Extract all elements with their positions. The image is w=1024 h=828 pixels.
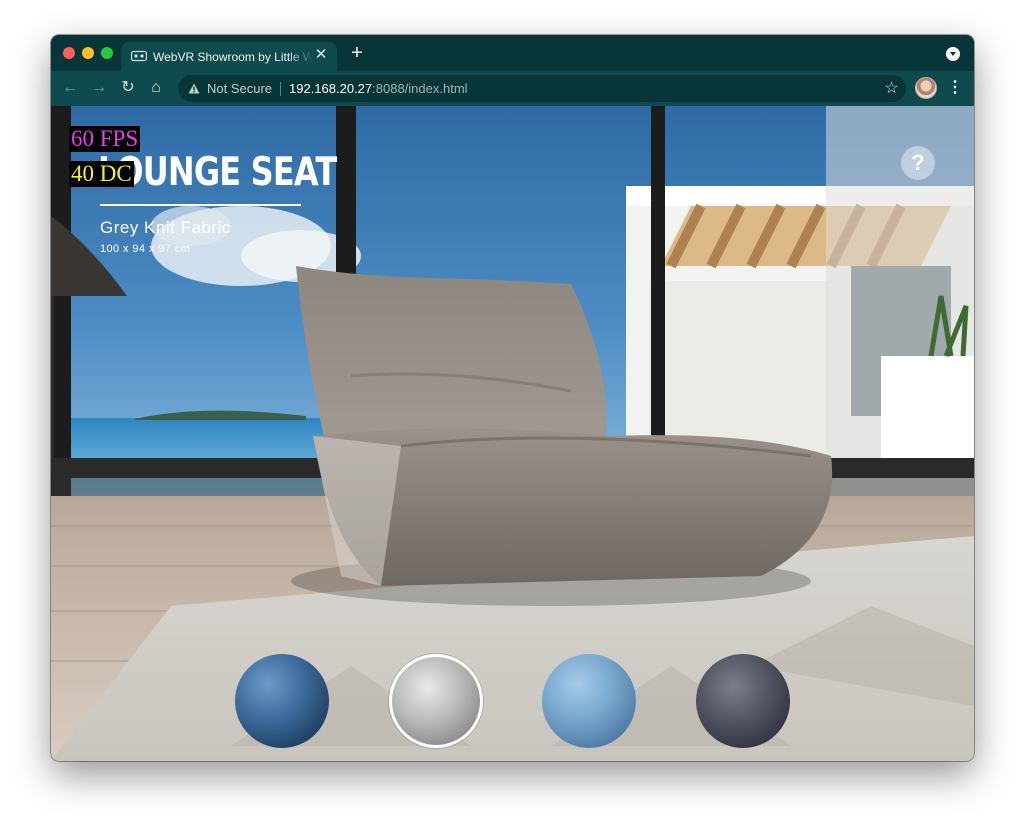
- tab-strip: WebVR Showroom by Little Workshop ✕ +: [51, 35, 974, 71]
- minimize-window-button[interactable]: [82, 47, 94, 59]
- swatch-grey[interactable]: [389, 654, 483, 748]
- home-icon[interactable]: ⌂: [145, 77, 167, 99]
- tab-webvr-showroom[interactable]: WebVR Showroom by Little Workshop ✕: [121, 42, 337, 71]
- swatch-blue[interactable]: [235, 654, 329, 748]
- browser-menu-icon[interactable]: ⋮: [947, 78, 963, 98]
- address-bar[interactable]: Not Secure 192.168.20.27:8088/index.html…: [178, 75, 906, 102]
- back-arrow-icon[interactable]: ←: [59, 77, 81, 99]
- browser-toolbar: ← → ↻ ⌂ Not Secure 192.168.20.27:8088/in…: [51, 71, 974, 106]
- tab-title: WebVR Showroom by Little Workshop: [153, 50, 313, 64]
- swatch-light-blue[interactable]: [542, 654, 636, 748]
- not-secure-label[interactable]: Not Secure: [207, 81, 272, 96]
- warning-icon: [188, 83, 200, 94]
- new-tab-button[interactable]: +: [348, 43, 366, 63]
- browser-window: WebVR Showroom by Little Workshop ✕ + ← …: [51, 35, 974, 761]
- webvr-canvas[interactable]: 60 FPS LOUNGE SEAT 40 DC Grey Knit Fabri…: [51, 106, 974, 761]
- vr-headset-icon: [131, 50, 147, 62]
- swatch-charcoal[interactable]: [696, 654, 790, 748]
- fabric-name: Grey Knit Fabric: [100, 218, 231, 237]
- tab-close-icon[interactable]: ✕: [313, 47, 329, 63]
- url-host: 192.168.20.27: [289, 81, 373, 96]
- forward-arrow-icon[interactable]: →: [88, 77, 110, 99]
- title-divider: [100, 204, 301, 206]
- reload-icon[interactable]: ↻: [117, 77, 139, 99]
- url-text[interactable]: 192.168.20.27:8088/index.html: [289, 81, 468, 96]
- product-dimensions: 100 x 94 x 97 cm: [100, 243, 191, 255]
- maximize-window-button[interactable]: [101, 47, 113, 59]
- url-path: :8088/index.html: [372, 81, 468, 96]
- bookmark-star-icon[interactable]: ☆: [883, 80, 900, 97]
- address-divider: [280, 82, 281, 96]
- help-button[interactable]: ?: [901, 146, 935, 180]
- profile-avatar[interactable]: [915, 77, 937, 99]
- tab-search-icon[interactable]: [946, 47, 960, 61]
- draw-call-counter: 40 DC: [69, 161, 134, 187]
- close-window-button[interactable]: [63, 47, 75, 59]
